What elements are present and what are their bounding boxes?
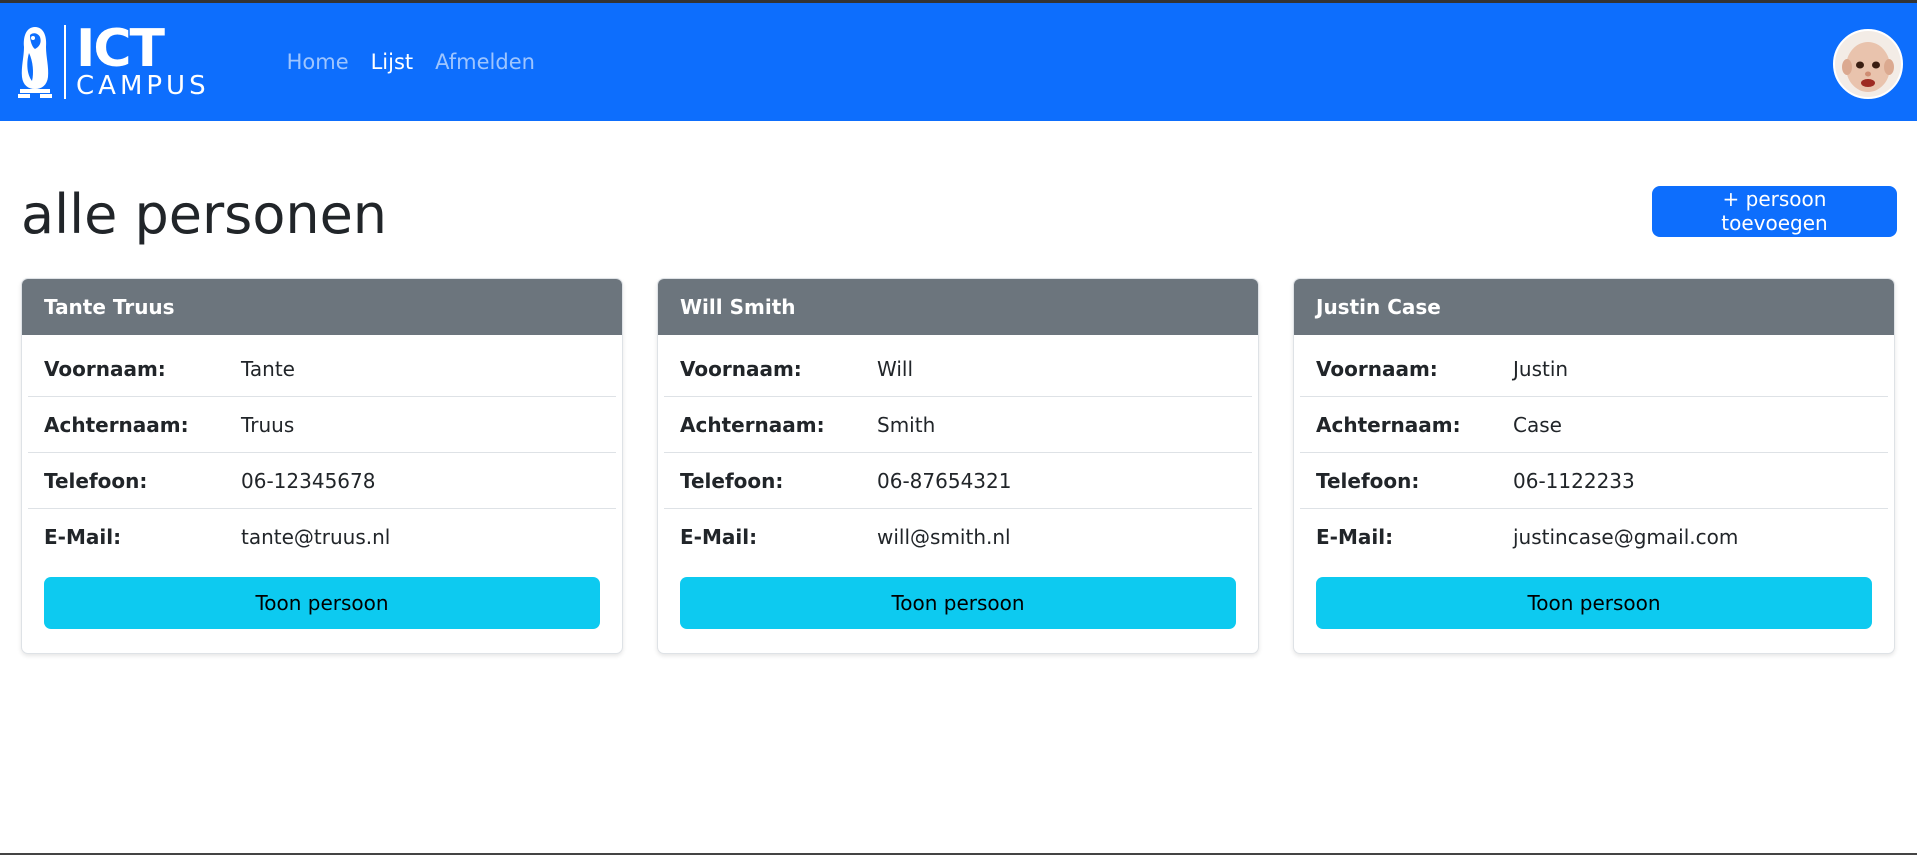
page-title: alle personen xyxy=(21,183,388,246)
info-row-achternaam: Achternaam: Case xyxy=(1300,397,1888,453)
row-label: Telefoon: xyxy=(680,468,784,493)
info-row-telefoon: Telefoon: 06-1122233 xyxy=(1300,453,1888,509)
page-header: alle personen + persoon toevoegen xyxy=(21,183,1897,247)
navbar: ICT CAMPUS Home Lijst Afmelden xyxy=(0,3,1917,121)
row-value: tante@truus.nl xyxy=(241,525,391,549)
nav-link-lijst[interactable]: Lijst xyxy=(360,42,425,82)
row-label: E-Mail: xyxy=(44,525,122,549)
info-row-achternaam: Achternaam: Smith xyxy=(664,397,1252,453)
person-card: Justin Case Voornaam: Justin Achternaam:… xyxy=(1293,278,1895,654)
info-row-voornaam: Voornaam: Will xyxy=(664,341,1252,397)
row-label: Voornaam: xyxy=(1316,356,1438,381)
row-label: Telefoon: xyxy=(44,468,148,493)
row-value: 06-1122233 xyxy=(1513,468,1635,493)
person-card-header: Tante Truus xyxy=(22,279,622,335)
show-person-button[interactable]: Toon persoon xyxy=(44,577,600,629)
person-card: Will Smith Voornaam: Will Achternaam: Sm… xyxy=(657,278,1259,654)
logo-wordmark: ICT CAMPUS xyxy=(64,19,210,101)
info-row-achternaam: Achternaam: Truus xyxy=(28,397,616,453)
row-value: Justin xyxy=(1513,356,1569,381)
person-card-body: Voornaam: Tante Achternaam: Truus Telefo… xyxy=(22,335,622,629)
row-label: E-Mail: xyxy=(680,525,758,549)
user-avatar[interactable] xyxy=(1833,29,1903,99)
info-row-email: E-Mail: will@smith.nl xyxy=(664,509,1252,565)
nav-links: Home Lijst Afmelden xyxy=(276,42,546,82)
row-value: 06-12345678 xyxy=(241,468,376,493)
avatar-face-icon xyxy=(1835,31,1901,97)
info-row-telefoon: Telefoon: 06-12345678 xyxy=(28,453,616,509)
row-label: Voornaam: xyxy=(44,356,166,381)
info-row-voornaam: Voornaam: Tante xyxy=(28,341,616,397)
info-row-voornaam: Voornaam: Justin xyxy=(1300,341,1888,397)
person-card-body: Voornaam: Justin Achternaam: Case Telefo… xyxy=(1294,335,1894,629)
row-value: 06-87654321 xyxy=(877,468,1012,493)
nav-link-home[interactable]: Home xyxy=(276,42,360,82)
penguin-logo-icon xyxy=(18,27,52,98)
show-person-button[interactable]: Toon persoon xyxy=(680,577,1236,629)
person-card-body: Voornaam: Will Achternaam: Smith Telefoo… xyxy=(658,335,1258,629)
row-value: Smith xyxy=(877,412,936,437)
info-row-telefoon: Telefoon: 06-87654321 xyxy=(664,453,1252,509)
row-label: Telefoon: xyxy=(1316,468,1420,493)
row-value: Truus xyxy=(241,412,295,437)
row-value: Tante xyxy=(241,356,295,381)
logo-ict-text: ICT xyxy=(76,19,165,79)
show-person-button[interactable]: Toon persoon xyxy=(1316,577,1872,629)
row-value: will@smith.nl xyxy=(877,525,1011,549)
row-label: Voornaam: xyxy=(680,356,802,381)
row-value: Case xyxy=(1513,412,1562,437)
add-person-button[interactable]: + persoon toevoegen xyxy=(1652,185,1897,237)
row-value: Will xyxy=(877,356,914,381)
person-cards: Tante Truus Voornaam: Tante Achternaam: … xyxy=(21,278,1895,654)
person-card-header: Justin Case xyxy=(1294,279,1894,335)
ict-campus-logo[interactable]: ICT CAMPUS xyxy=(18,22,210,102)
person-card-header: Will Smith xyxy=(658,279,1258,335)
nav-link-afmelden[interactable]: Afmelden xyxy=(424,42,546,82)
row-value: justincase@gmail.com xyxy=(1513,525,1739,549)
info-row-email: E-Mail: tante@truus.nl xyxy=(28,509,616,565)
row-label: Achternaam: xyxy=(1316,412,1461,437)
person-card: Tante Truus Voornaam: Tante Achternaam: … xyxy=(21,278,623,654)
row-label: E-Mail: xyxy=(1316,525,1394,549)
logo-campus-text: CAMPUS xyxy=(76,71,210,101)
info-row-email: E-Mail: justincase@gmail.com xyxy=(1300,509,1888,565)
row-label: Achternaam: xyxy=(44,412,189,437)
row-label: Achternaam: xyxy=(680,412,825,437)
